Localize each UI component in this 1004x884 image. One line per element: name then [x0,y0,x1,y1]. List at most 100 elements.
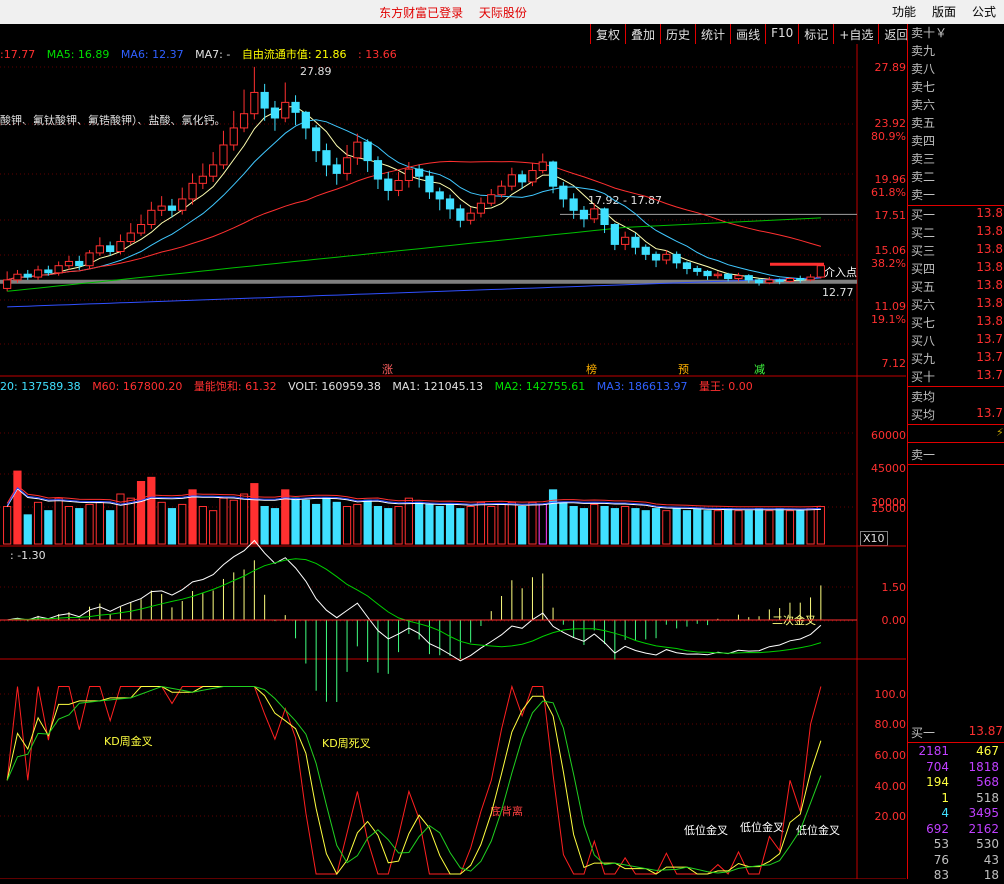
volume-bar [559,501,568,545]
volume-bar [538,503,547,545]
toolbar-draw-line[interactable]: 画线 [730,24,766,44]
divider [908,742,1004,743]
toolbar-f10[interactable]: F10 [765,24,799,44]
divider [908,442,1004,443]
ma30-line [7,160,822,281]
volume-bar [476,501,486,545]
candle-body [33,269,43,278]
toolbar-overlay[interactable]: 叠加 [625,24,661,44]
buy-level-5[interactable]: 买五 13.8 [908,278,1004,296]
candle-body [23,273,32,278]
volume-bar [363,499,372,545]
candle-body [342,157,352,174]
candle-body [13,273,22,281]
queue-sell-count: 704 [926,759,949,774]
volume-bar [415,501,424,545]
volume-bar [157,501,166,545]
candle-body [651,253,661,261]
volume-bar [744,510,753,545]
queue-row: 83 18 [908,868,1004,884]
sell-level-4: 卖四 [911,134,936,148]
candle-body [724,273,733,279]
candle-body [260,91,269,109]
queue-buy-count: 3495 [968,806,999,820]
candle-body [672,253,681,264]
candle-body [239,113,249,129]
volume-bar [167,508,177,545]
toolbar-history[interactable]: 历史 [660,24,696,44]
buy-level-6[interactable]: 买六 13.8 [908,296,1004,314]
candle-body [270,107,280,119]
volume-bar [270,508,280,545]
volume-bar [95,501,104,545]
volume-bar [693,508,702,545]
candle-body [147,209,156,226]
candle-body [631,236,640,248]
volume-bar [425,503,434,545]
toolbar-mark[interactable]: 标记 [798,24,834,44]
order-book-panel: 卖十￥ 卖九 卖八 卖七 卖六 卖五 卖四 卖三 卖二 卖一 买一 13.8 买二… [907,24,1004,882]
sell-level-10: 卖十￥ [911,26,948,40]
toolbar-statistics[interactable]: 统计 [695,24,731,44]
candle-body [734,275,743,279]
stock-chart[interactable] [0,44,906,879]
candle-body [332,164,341,174]
queue-row: 4 3495 [908,806,1004,822]
volume-bar [682,510,692,545]
buy-level-1[interactable]: 买一 13.8 [908,206,1004,224]
volume-bar [198,506,207,545]
volume-bar [610,508,619,545]
volume-bar [590,503,599,545]
volume-bar [775,508,784,545]
toolbar-restore-rights[interactable]: 复权 [590,24,626,44]
lightning-icon[interactable]: ⚡ [996,426,1004,439]
menu-formula[interactable]: 公式 [964,0,1004,24]
buy-level-4[interactable]: 买四 13.8 [908,260,1004,278]
buy-level-3[interactable]: 买三 13.8 [908,242,1004,260]
menu-layout[interactable]: 版面 [924,0,964,24]
kd-d-line [6,685,822,874]
volume-bar [64,506,74,545]
candle-body [250,91,259,115]
volume-bar [23,514,32,545]
candle-body [610,224,619,245]
volume-bar [713,510,722,545]
candle-body [785,277,795,282]
sell-level-1: 卖一 [911,188,936,202]
volume-bar [188,489,197,545]
buy-level-10[interactable]: 买十 13.7 [908,368,1004,386]
volume-bar [301,499,310,545]
candle-body [621,236,630,245]
candle-body [281,101,290,119]
volume-bar [75,508,84,545]
candle-body [775,279,784,282]
candle-body [579,209,589,220]
candle-body [198,175,207,184]
buy-level-8[interactable]: 买八 13.7 [908,332,1004,350]
volume-bar [209,510,218,545]
candle-body [126,232,135,243]
volume-bar [394,506,403,545]
candle-body [85,252,94,267]
toolbar-add-watchlist[interactable]: +自选 [833,24,879,44]
volume-bar [816,506,825,545]
queue-sell-count: 53 [933,837,949,851]
candle-body [744,275,753,281]
buy-level-9[interactable]: 买九 13.7 [908,350,1004,368]
buy-level-7[interactable]: 买七 13.8 [908,314,1004,332]
candle-body [394,179,403,191]
menu-function[interactable]: 功能 [884,0,924,24]
volume-bar [435,506,444,545]
volume-bar [662,510,671,545]
volume-bar [126,497,135,545]
buy-level-2[interactable]: 买二 13.8 [908,224,1004,242]
volume-bar [136,481,146,545]
queue-buy-count: 2162 [968,821,999,836]
queue-buy-header: 买一 13.87 [911,724,1003,740]
candle-body [497,185,506,196]
volume-bar [785,510,795,545]
volume-bar [384,508,393,545]
volume-bar [703,510,712,545]
candle-body [44,269,53,274]
volume-bar [806,508,815,545]
